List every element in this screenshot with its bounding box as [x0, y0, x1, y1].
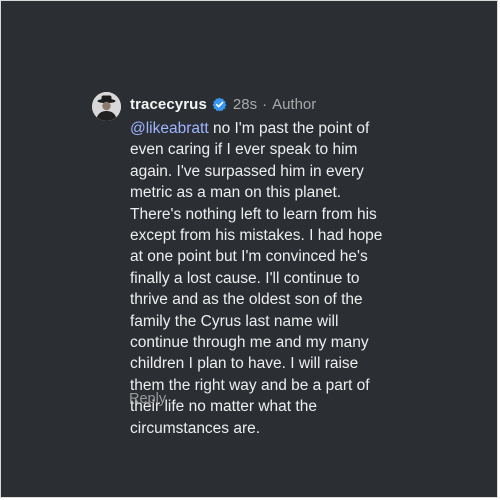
comment-timestamp: 28s [232, 95, 258, 113]
username[interactable]: tracecyrus [130, 96, 207, 113]
separator-dot: · [262, 95, 268, 113]
comment-body: no I'm past the point of even caring if … [130, 120, 383, 437]
mention-link[interactable]: @likeabratt [130, 120, 209, 137]
comment-text: @likeabratt no I'm past the point of eve… [130, 118, 392, 439]
comment-header: tracecyrus 28s · Author [130, 93, 316, 115]
avatar[interactable] [92, 92, 121, 121]
author-label: Author [272, 95, 317, 113]
user-avatar-icon [92, 92, 121, 121]
verified-badge-icon [212, 97, 227, 112]
comment-screenshot: tracecyrus 28s · Author @likeabratt no I… [0, 0, 498, 498]
reply-button[interactable]: Reply [129, 391, 166, 407]
